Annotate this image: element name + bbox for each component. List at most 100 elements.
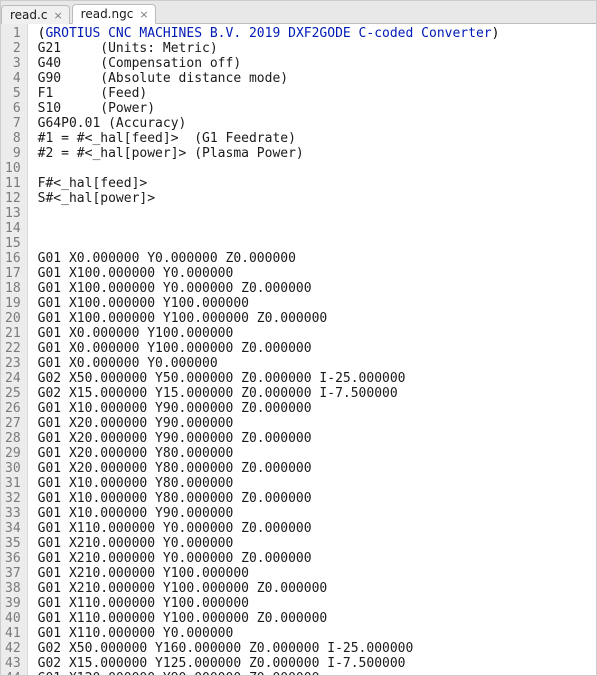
line-number: 17 xyxy=(5,266,21,281)
code-line[interactable]: G01 X100.000000 Y100.000000 xyxy=(38,296,596,311)
code-line[interactable]: G01 X0.000000 Y100.000000 xyxy=(38,326,596,341)
code-line[interactable]: G01 X210.000000 Y0.000000 xyxy=(38,536,596,551)
code-line[interactable] xyxy=(38,161,596,176)
line-number: 16 xyxy=(5,251,21,266)
code-token: G02 X15.000000 Y15.000000 Z0.000000 I-7.… xyxy=(38,386,398,401)
code-line[interactable]: G01 X110.000000 Y100.000000 xyxy=(38,596,596,611)
line-number: 7 xyxy=(5,116,21,131)
line-number: 32 xyxy=(5,491,21,506)
line-number: 36 xyxy=(5,551,21,566)
code-line[interactable]: G90 (Absolute distance mode) xyxy=(38,71,596,86)
close-icon[interactable]: × xyxy=(139,9,148,20)
line-number: 6 xyxy=(5,101,21,116)
code-line[interactable]: G01 X20.000000 Y80.000000 xyxy=(38,446,596,461)
code-line[interactable]: G01 X210.000000 Y100.000000 Z0.000000 xyxy=(38,581,596,596)
line-number: 38 xyxy=(5,581,21,596)
code-line[interactable]: G01 X10.000000 Y90.000000 xyxy=(38,506,596,521)
code-line[interactable]: G01 X100.000000 Y100.000000 Z0.000000 xyxy=(38,311,596,326)
code-token: G01 X100.000000 Y0.000000 xyxy=(38,266,234,281)
tab-read-c[interactable]: read.c × xyxy=(1,5,70,24)
line-number: 13 xyxy=(5,206,21,221)
code-token: G01 X210.000000 Y0.000000 Z0.000000 xyxy=(38,551,312,566)
code-line[interactable]: G02 X15.000000 Y125.000000 Z0.000000 I-7… xyxy=(38,656,596,671)
line-number: 12 xyxy=(5,191,21,206)
line-number: 30 xyxy=(5,461,21,476)
code-token: S#<_hal[power]> xyxy=(38,191,155,206)
code-line[interactable]: S10 (Power) xyxy=(38,101,596,116)
code-line[interactable] xyxy=(38,206,596,221)
code-line[interactable]: G02 X50.000000 Y50.000000 Z0.000000 I-25… xyxy=(38,371,596,386)
code-line[interactable]: F#<_hal[feed]> xyxy=(38,176,596,191)
code-area[interactable]: (GROTIUS CNC MACHINES B.V. 2019 DXF2GODE… xyxy=(28,24,596,675)
code-line[interactable]: G64P0.01 (Accuracy) xyxy=(38,116,596,131)
code-line[interactable]: G01 X20.000000 Y90.000000 Z0.000000 xyxy=(38,431,596,446)
tab-label: read.c xyxy=(10,8,47,22)
code-line[interactable]: G01 X0.000000 Y0.000000 xyxy=(38,356,596,371)
code-line[interactable]: G01 X210.000000 Y0.000000 Z0.000000 xyxy=(38,551,596,566)
code-token: G01 X0.000000 Y100.000000 Z0.000000 xyxy=(38,341,312,356)
line-number: 34 xyxy=(5,521,21,536)
editor-area: 1 2 3 4 5 6 7 8 910111213141516171819202… xyxy=(1,24,596,675)
code-line[interactable]: G01 X120.000000 Y90.000000 Z0.000000 xyxy=(38,671,596,675)
code-token: G01 X210.000000 Y100.000000 Z0.000000 xyxy=(38,581,328,596)
code-line[interactable]: G01 X20.000000 Y80.000000 Z0.000000 xyxy=(38,461,596,476)
line-number: 20 xyxy=(5,311,21,326)
code-token: G40 (Compensation off) xyxy=(38,56,242,71)
code-token: G01 X110.000000 Y100.000000 xyxy=(38,596,249,611)
code-line[interactable]: G01 X10.000000 Y80.000000 xyxy=(38,476,596,491)
line-number: 25 xyxy=(5,386,21,401)
code-token: G01 X10.000000 Y90.000000 Z0.000000 xyxy=(38,401,312,416)
line-number: 33 xyxy=(5,506,21,521)
code-token: G01 X0.000000 Y100.000000 xyxy=(38,326,234,341)
code-token: G01 X100.000000 Y0.000000 Z0.000000 xyxy=(38,281,312,296)
code-line[interactable]: G21 (Units: Metric) xyxy=(38,41,596,56)
line-number: 37 xyxy=(5,566,21,581)
code-token: G90 (Absolute distance mode) xyxy=(38,71,288,86)
tab-read-ngc[interactable]: read.ngc× xyxy=(72,4,156,24)
code-line[interactable]: (GROTIUS CNC MACHINES B.V. 2019 DXF2GODE… xyxy=(38,26,596,41)
line-number: 2 xyxy=(5,41,21,56)
line-number: 3 xyxy=(5,56,21,71)
code-token: #2 = #<_hal[power]> (Plasma Power) xyxy=(38,146,304,161)
code-token: G02 X15.000000 Y125.000000 Z0.000000 I-7… xyxy=(38,656,406,671)
line-number: 42 xyxy=(5,641,21,656)
code-line[interactable]: G01 X110.000000 Y0.000000 Z0.000000 xyxy=(38,521,596,536)
line-number: 9 xyxy=(5,146,21,161)
code-line[interactable]: G01 X10.000000 Y80.000000 Z0.000000 xyxy=(38,491,596,506)
line-number: 21 xyxy=(5,326,21,341)
code-line[interactable]: G01 X20.000000 Y90.000000 xyxy=(38,416,596,431)
code-token: S10 (Power) xyxy=(38,101,155,116)
code-line[interactable]: G01 X110.000000 Y0.000000 xyxy=(38,626,596,641)
line-number: 31 xyxy=(5,476,21,491)
code-line[interactable]: G01 X110.000000 Y100.000000 Z0.000000 xyxy=(38,611,596,626)
line-number: 28 xyxy=(5,431,21,446)
code-line[interactable]: S#<_hal[power]> xyxy=(38,191,596,206)
code-line[interactable]: #2 = #<_hal[power]> (Plasma Power) xyxy=(38,146,596,161)
code-line[interactable]: G01 X100.000000 Y0.000000 Z0.000000 xyxy=(38,281,596,296)
code-line[interactable]: #1 = #<_hal[feed]> (G1 Feedrate) xyxy=(38,131,596,146)
code-token: G01 X10.000000 Y90.000000 xyxy=(38,506,234,521)
code-line[interactable]: G01 X10.000000 Y90.000000 Z0.000000 xyxy=(38,401,596,416)
code-line[interactable]: G01 X0.000000 Y0.000000 Z0.000000 xyxy=(38,251,596,266)
code-token: G01 X20.000000 Y80.000000 Z0.000000 xyxy=(38,461,312,476)
code-token: G01 X110.000000 Y100.000000 Z0.000000 xyxy=(38,611,328,626)
code-token: G02 X50.000000 Y50.000000 Z0.000000 I-25… xyxy=(38,371,406,386)
code-line[interactable]: G01 X0.000000 Y100.000000 Z0.000000 xyxy=(38,341,596,356)
code-token: G01 X10.000000 Y80.000000 xyxy=(38,476,234,491)
code-token: ) xyxy=(492,26,500,41)
code-token: G21 (Units: Metric) xyxy=(38,41,218,56)
line-number: 40 xyxy=(5,611,21,626)
code-line[interactable]: F1 (Feed) xyxy=(38,86,596,101)
line-number: 27 xyxy=(5,416,21,431)
line-number: 14 xyxy=(5,221,21,236)
code-line[interactable]: G02 X15.000000 Y15.000000 Z0.000000 I-7.… xyxy=(38,386,596,401)
code-line[interactable]: G01 X210.000000 Y100.000000 xyxy=(38,566,596,581)
close-icon[interactable]: × xyxy=(53,10,62,21)
code-line[interactable] xyxy=(38,221,596,236)
code-line[interactable]: G01 X100.000000 Y0.000000 xyxy=(38,266,596,281)
code-line[interactable] xyxy=(38,236,596,251)
code-token: GROTIUS CNC MACHINES B.V. 2019 DXF2GODE … xyxy=(45,26,491,41)
code-line[interactable]: G40 (Compensation off) xyxy=(38,56,596,71)
line-number: 35 xyxy=(5,536,21,551)
code-line[interactable]: G02 X50.000000 Y160.000000 Z0.000000 I-2… xyxy=(38,641,596,656)
